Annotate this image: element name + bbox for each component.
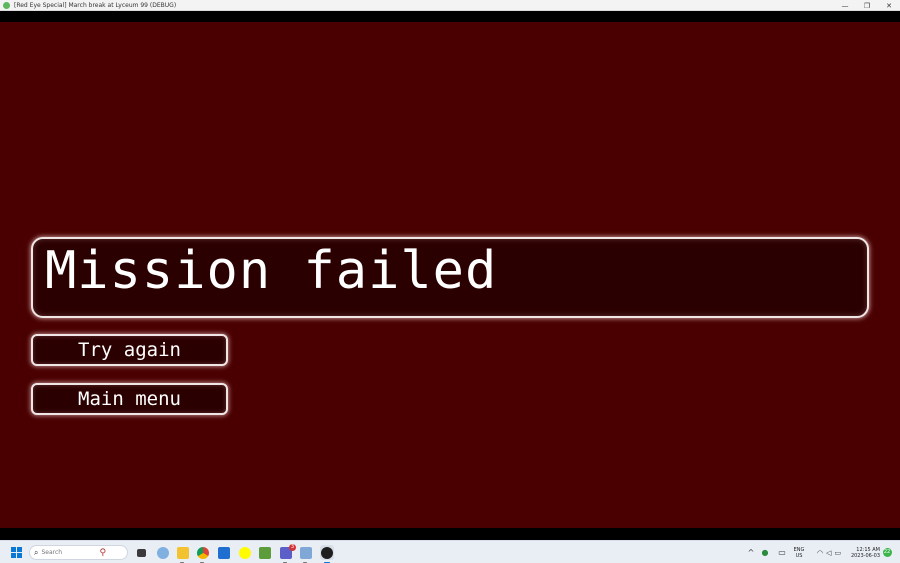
taskbar-app-file-explorer[interactable]: [176, 545, 190, 563]
chrome-icon: [197, 546, 209, 559]
window-title: [Red Eye Special] March break at Lyceum …: [14, 1, 177, 9]
weather-widget[interactable]: [156, 545, 170, 560]
teams-icon: 3: [280, 543, 296, 559]
microphone-icon: ●: [761, 548, 769, 557]
try-again-button[interactable]: Try again: [31, 334, 228, 366]
taskbar-app-minecraft[interactable]: [258, 545, 272, 560]
taskbar-app-game[interactable]: [320, 545, 334, 563]
game-screen: Mission failed Try again Main menu: [0, 22, 900, 528]
maximize-button[interactable]: ❐: [856, 0, 878, 11]
taskbar: ⌕ ⚲ 3 ^ ●: [0, 540, 900, 563]
recycle-bin-icon: [300, 546, 312, 559]
windows-logo-icon: [10, 547, 22, 558]
window-controls: — ❐ ✕: [834, 0, 900, 11]
taskbar-app-snapchat[interactable]: [238, 545, 252, 560]
store-icon: [218, 546, 230, 559]
taskbar-app-store[interactable]: [217, 545, 231, 560]
quick-settings-button[interactable]: ◠ ◁ ▭: [812, 545, 846, 560]
tray-microphone[interactable]: ●: [760, 545, 770, 560]
file-explorer-icon: [177, 546, 189, 559]
app-leaf-icon: [3, 1, 10, 9]
tray-app-icon: ▭: [778, 548, 786, 557]
minecraft-icon: [259, 546, 271, 559]
chevron-up-icon: ^: [747, 548, 755, 557]
start-button[interactable]: [9, 545, 23, 560]
show-hidden-icons-button[interactable]: ^: [746, 545, 756, 560]
wifi-icon: ◠: [816, 548, 824, 557]
search-icon: ⌕: [34, 547, 39, 557]
bicycle-icon: ⚲: [99, 547, 107, 558]
main-menu-button[interactable]: Main menu: [31, 383, 228, 415]
teams-badge: 3: [289, 543, 296, 551]
letterbox-bottom: [0, 528, 900, 540]
taskbar-search[interactable]: ⌕ ⚲: [29, 545, 128, 560]
game-icon: [321, 546, 333, 559]
volume-icon: ◁: [826, 548, 832, 557]
battery-icon: ▭: [834, 548, 842, 557]
snapchat-icon: [239, 546, 251, 559]
search-input[interactable]: [41, 549, 98, 556]
taskbar-app-teams[interactable]: 3: [279, 543, 296, 563]
notification-center-button[interactable]: 22: [882, 545, 892, 560]
clock[interactable]: 12:15 AM 2023-06-03: [848, 545, 880, 560]
task-view-button[interactable]: [135, 545, 147, 560]
notification-count-badge: 22: [882, 548, 892, 557]
tray-app[interactable]: ▭: [776, 545, 788, 560]
close-button[interactable]: ✕: [878, 0, 900, 11]
taskbar-app-recycle-bin[interactable]: [299, 545, 313, 563]
minimize-button[interactable]: —: [834, 0, 856, 11]
task-view-icon: [136, 548, 146, 557]
mission-status-panel: Mission failed: [31, 237, 869, 318]
taskbar-app-chrome[interactable]: [196, 545, 210, 563]
letterbox-top: [0, 11, 900, 22]
weather-cloud-icon: [157, 546, 169, 559]
language-indicator[interactable]: ENG US: [790, 545, 808, 560]
window-title-bar: [Red Eye Special] March break at Lyceum …: [0, 0, 900, 11]
mission-failed-heading: Mission failed: [45, 241, 498, 301]
